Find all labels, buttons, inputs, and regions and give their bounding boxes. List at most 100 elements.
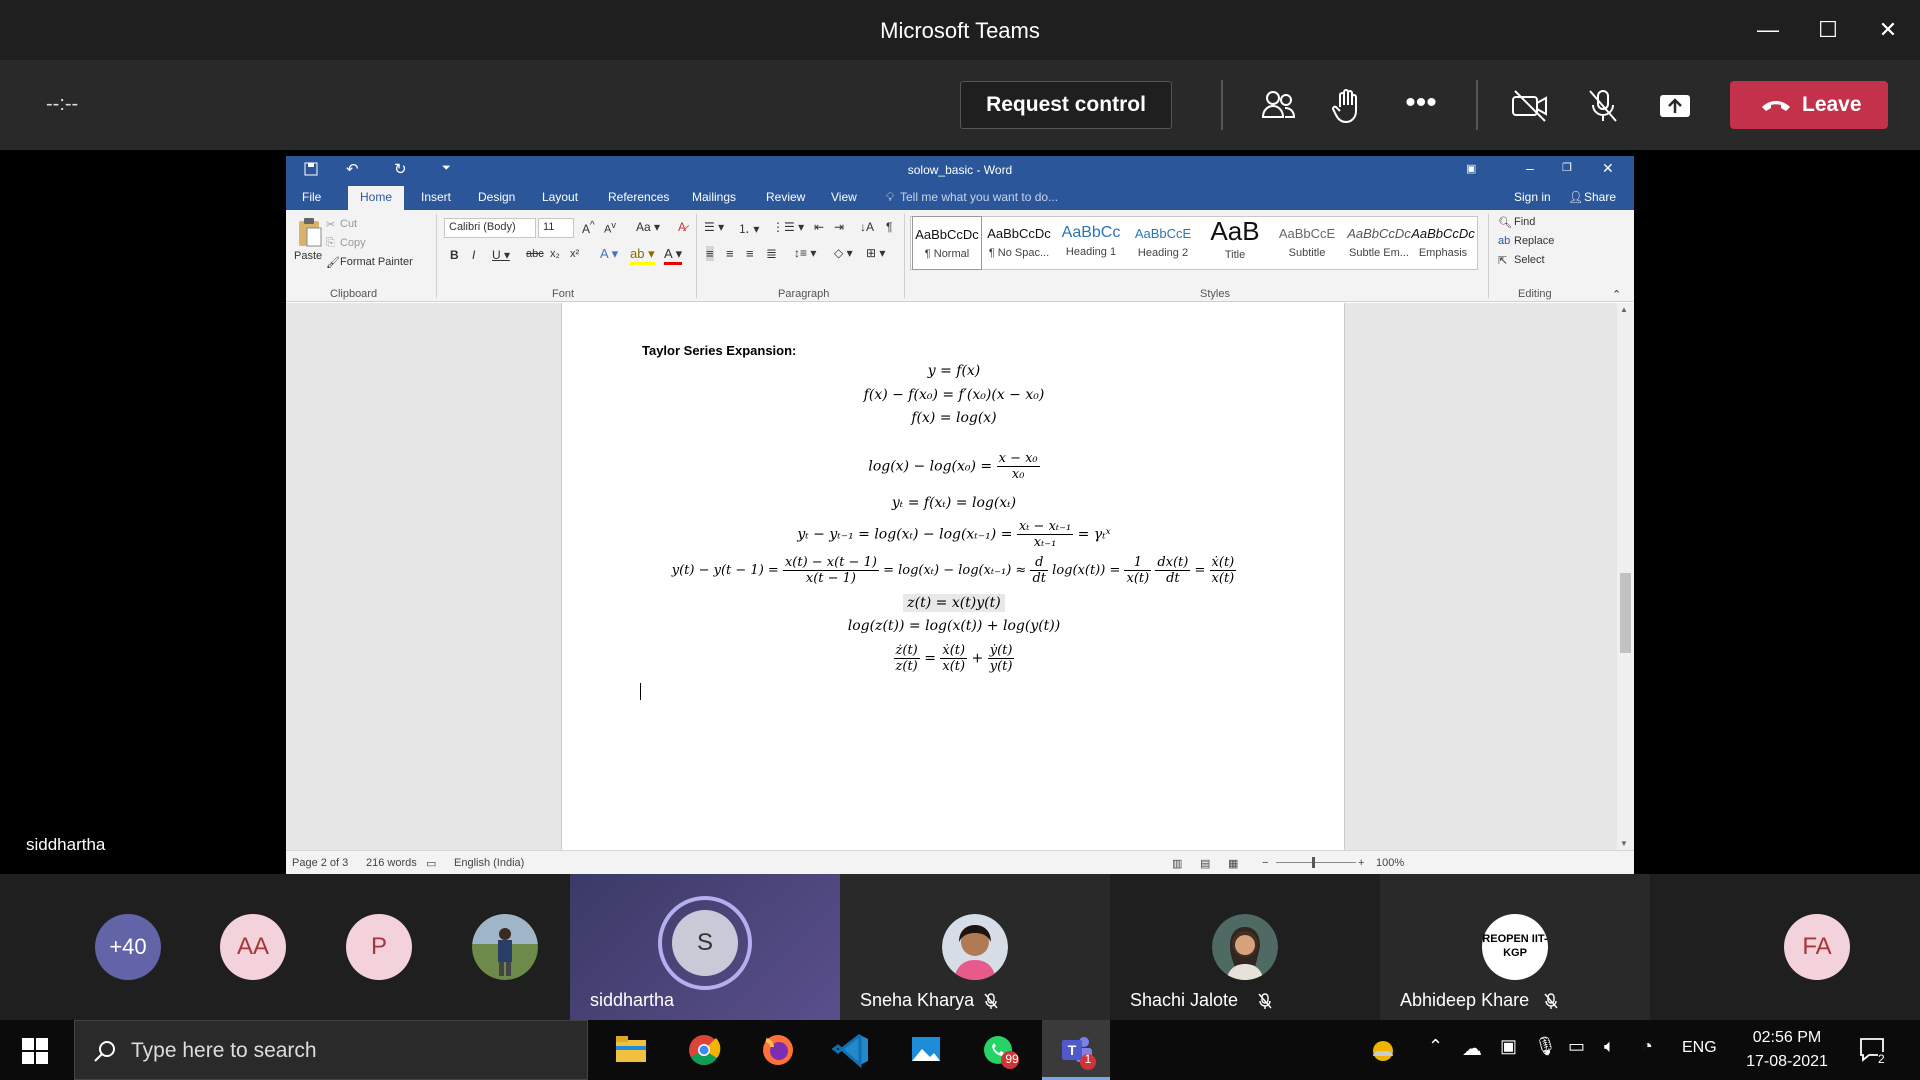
- subscript-icon[interactable]: x₂: [550, 248, 560, 260]
- word-minimize-button[interactable]: –: [1526, 160, 1534, 176]
- more-participants-avatar[interactable]: +40: [95, 914, 161, 980]
- replace-button[interactable]: Replace: [1514, 235, 1554, 247]
- camera-off-icon[interactable]: [1507, 83, 1553, 129]
- bullets-icon[interactable]: ☰ ▾: [704, 220, 724, 234]
- vertical-scrollbar[interactable]: ▲ ▼: [1617, 303, 1634, 850]
- scrollbar-thumb[interactable]: [1620, 573, 1631, 653]
- style-normal[interactable]: AaBbCcDc ¶ Normal: [912, 216, 982, 270]
- font-size-select[interactable]: 11: [538, 218, 574, 238]
- shading-icon[interactable]: ◇ ▾: [834, 246, 853, 260]
- style-heading-2[interactable]: AaBbCcE Heading 2: [1128, 216, 1198, 270]
- onedrive-icon[interactable]: ☁: [1462, 1036, 1482, 1061]
- print-layout-icon[interactable]: ▤: [1200, 857, 1210, 870]
- participant-tile-active[interactable]: S siddhartha: [570, 874, 840, 1020]
- proofing-icon[interactable]: ▭: [426, 857, 436, 870]
- tab-insert[interactable]: Insert: [421, 190, 451, 204]
- tab-view[interactable]: View: [831, 190, 857, 204]
- paste-icon[interactable]: [296, 216, 324, 248]
- tell-me-search[interactable]: Tell me what you want to do...: [900, 190, 1058, 204]
- style-heading-1[interactable]: AaBbCc Heading 1: [1056, 216, 1126, 270]
- align-right-icon[interactable]: ≡: [746, 246, 754, 261]
- font-name-select[interactable]: Calibri (Body): [444, 218, 536, 238]
- minimize-button[interactable]: —: [1740, 8, 1796, 52]
- word-close-button[interactable]: ✕: [1602, 160, 1614, 177]
- align-left-icon[interactable]: ≡: [706, 246, 714, 261]
- language-status[interactable]: English (India): [454, 857, 524, 869]
- increase-indent-icon[interactable]: ⇥: [834, 220, 844, 234]
- mic-off-icon[interactable]: [1580, 83, 1626, 129]
- clock-time[interactable]: 02:56 PM: [1732, 1029, 1842, 1047]
- more-options-icon[interactable]: •••: [1398, 83, 1444, 129]
- text-effects-icon[interactable]: A ▾: [600, 246, 618, 262]
- whatsapp-icon[interactable]: [968, 1026, 1032, 1080]
- scroll-down-icon[interactable]: ▼: [1620, 839, 1628, 848]
- participant-tile[interactable]: Sneha Kharya: [840, 874, 1110, 1020]
- ribbon-display-icon[interactable]: ▣: [1466, 162, 1476, 175]
- volume-icon[interactable]: 🔈︎: [1604, 1036, 1615, 1057]
- tab-mailings[interactable]: Mailings: [692, 190, 736, 204]
- format-painter-button[interactable]: Format Painter: [340, 256, 413, 268]
- web-layout-icon[interactable]: ▦: [1228, 857, 1238, 870]
- highlight-icon[interactable]: ab ▾: [630, 246, 655, 265]
- participant-avatar[interactable]: AA: [220, 914, 286, 980]
- copy-button[interactable]: Copy: [340, 237, 366, 249]
- underline-icon[interactable]: U ▾: [492, 248, 510, 262]
- participant-tile[interactable]: FA: [1650, 874, 1920, 1020]
- strikethrough-icon[interactable]: abc: [526, 248, 544, 260]
- meet-now-icon[interactable]: ▣: [1500, 1036, 1517, 1057]
- paste-label[interactable]: Paste: [294, 250, 322, 262]
- clear-formatting-icon[interactable]: A̷: [678, 220, 686, 234]
- grow-font-icon[interactable]: A^: [582, 220, 595, 236]
- participant-avatar[interactable]: P: [346, 914, 412, 980]
- request-control-button[interactable]: Request control: [960, 81, 1172, 129]
- firefox-icon[interactable]: [746, 1026, 810, 1080]
- collapse-ribbon-icon[interactable]: ⌃: [1612, 288, 1621, 301]
- tab-review[interactable]: Review: [766, 190, 805, 204]
- style-title[interactable]: AaB Title: [1200, 216, 1270, 270]
- maximize-button[interactable]: ☐: [1800, 8, 1856, 52]
- file-explorer-icon[interactable]: [598, 1026, 662, 1080]
- word-count[interactable]: 216 words: [366, 857, 417, 869]
- participant-tile[interactable]: REOPEN IIT-KGP Abhideep Khare: [1380, 874, 1650, 1020]
- change-case-icon[interactable]: Aa ▾: [636, 220, 660, 234]
- line-spacing-icon[interactable]: ↕≡ ▾: [794, 246, 816, 260]
- raise-hand-icon[interactable]: [1326, 83, 1372, 129]
- taskbar-search[interactable]: Type here to search: [74, 1020, 588, 1080]
- tab-home[interactable]: Home: [348, 186, 405, 210]
- chevron-up-icon[interactable]: ⌃: [1428, 1036, 1443, 1057]
- photos-icon[interactable]: [894, 1026, 958, 1080]
- windows-start-icon[interactable]: [22, 1038, 48, 1064]
- style-emphasis[interactable]: AaBbCcDc Emphasis: [1408, 216, 1478, 270]
- close-button[interactable]: ✕: [1860, 8, 1916, 52]
- clock-date[interactable]: 17-08-2021: [1732, 1053, 1842, 1071]
- input-language[interactable]: ENG: [1682, 1039, 1717, 1057]
- cut-button[interactable]: Cut: [340, 218, 357, 230]
- style-subtitle[interactable]: AaBbCcE Subtitle: [1272, 216, 1342, 270]
- italic-icon[interactable]: I: [472, 248, 475, 262]
- participant-tile[interactable]: Shachi Jalote: [1110, 874, 1380, 1020]
- zoom-level[interactable]: 100%: [1376, 857, 1404, 869]
- borders-icon[interactable]: ⊞ ▾: [866, 246, 885, 260]
- font-color-icon[interactable]: A ▾: [664, 246, 683, 265]
- document-page[interactable]: Taylor Series Expansion: y = f(x) f(x) −…: [561, 303, 1345, 850]
- numbering-icon[interactable]: ⒈ ▾: [738, 220, 759, 237]
- tab-layout[interactable]: Layout: [542, 190, 578, 204]
- decrease-indent-icon[interactable]: ⇤: [814, 220, 824, 234]
- chrome-icon[interactable]: [672, 1026, 736, 1080]
- shrink-font-icon[interactable]: Av: [604, 220, 616, 236]
- microphone-icon[interactable]: 🎙︎: [1534, 1036, 1557, 1057]
- justify-icon[interactable]: ≣: [766, 246, 777, 262]
- style-subtle-emphasis[interactable]: AaBbCcDc Subtle Em...: [1344, 216, 1414, 270]
- weather-icon[interactable]: [1368, 1036, 1398, 1066]
- sort-icon[interactable]: ↓A: [860, 220, 874, 234]
- tab-file[interactable]: File: [302, 190, 321, 204]
- style-no-spacing[interactable]: AaBbCcDc ¶ No Spac...: [984, 216, 1054, 270]
- wifi-icon[interactable]: ◔: [1642, 1036, 1653, 1057]
- bold-icon[interactable]: B: [450, 248, 459, 262]
- leave-button[interactable]: Leave: [1730, 81, 1888, 129]
- scroll-up-icon[interactable]: ▲: [1620, 305, 1628, 314]
- sign-in-link[interactable]: Sign in: [1514, 190, 1551, 204]
- superscript-icon[interactable]: x²: [570, 248, 579, 260]
- zoom-slider[interactable]: [1276, 862, 1356, 863]
- share-button[interactable]: Share: [1584, 190, 1616, 204]
